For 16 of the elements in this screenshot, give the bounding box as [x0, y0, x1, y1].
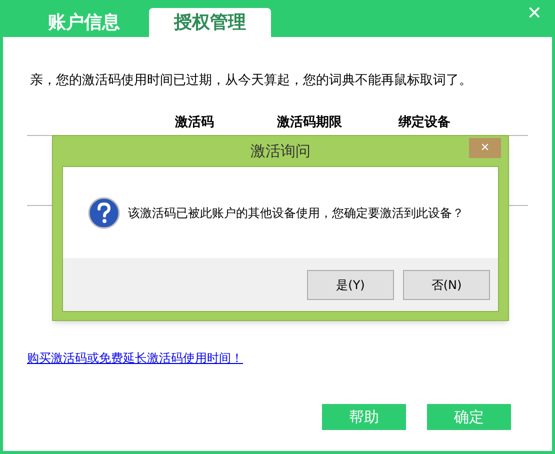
dialog-button[interactable]: 确定: [427, 404, 511, 430]
dialog-button[interactable]: 帮助: [322, 404, 406, 430]
expiry-message: 亲，您的激活码使用时间已过期，从今天算起，您的词典不能再鼠标取词了。: [30, 72, 473, 90]
dialog-message: 该激活码已被此账户的其他设备使用，您确定要激活到此设备？: [128, 204, 464, 222]
dialog-button[interactable]: 否(N): [403, 270, 490, 300]
tab[interactable]: 授权管理: [149, 8, 271, 37]
dialog-button[interactable]: 是(Y): [307, 270, 394, 300]
close-button[interactable]: ✕: [469, 138, 501, 158]
question-icon: [88, 196, 120, 228]
column-header: 激活码: [174, 114, 215, 132]
close-button[interactable]: ✕: [526, 5, 542, 23]
dialog-title: 激活询问: [250, 140, 310, 162]
column-header: 绑定设备: [397, 114, 452, 132]
purchase-link[interactable]: 购买激活码或免费延长激活码使用时间！: [27, 349, 243, 367]
tab[interactable]: 账户信息: [33, 8, 135, 37]
column-header: 激活码期限: [276, 114, 343, 132]
